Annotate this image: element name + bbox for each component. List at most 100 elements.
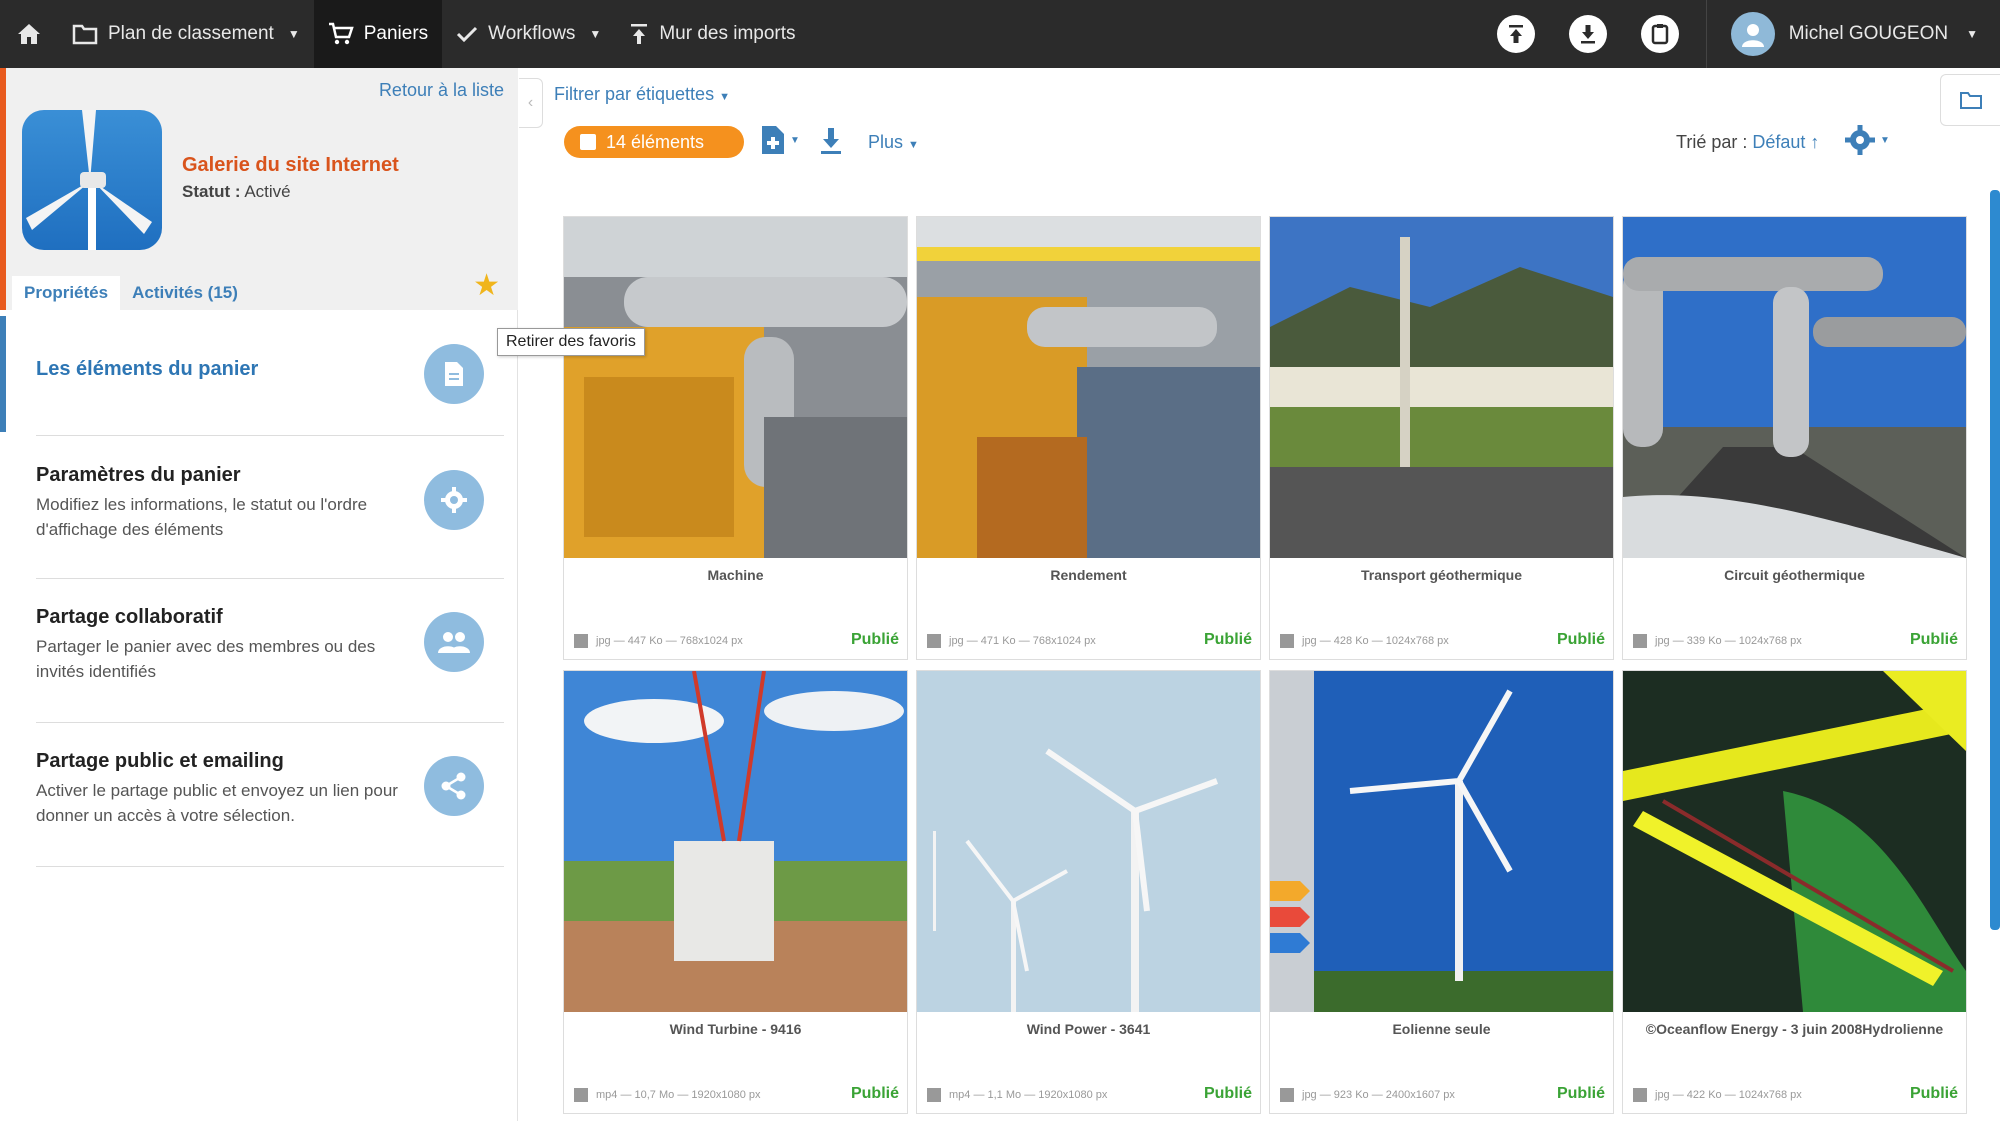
folder-panel-button[interactable]: [1940, 74, 2000, 126]
download-icon: [1580, 25, 1595, 44]
card-thumbnail: [1270, 671, 1613, 1012]
eolienne-photo: [1270, 671, 1613, 1012]
card-title: ©Oceanflow Energy - 3 juin 2008Hydrolien…: [1645, 1021, 1944, 1037]
scrollbar[interactable]: [1990, 190, 2000, 930]
media-card[interactable]: Wind Power - 3641 mp4 — 1,1 Mo — 1920x10…: [916, 670, 1261, 1114]
card-meta-text: jpg — 923 Ko — 2400x1607 px: [1302, 1089, 1455, 1101]
chevron-down-icon: ▼: [589, 27, 602, 41]
media-card[interactable]: Machine jpg — 447 Ko — 768x1024 px Publi…: [563, 216, 908, 660]
menu-collaborative-share[interactable]: Partage collaboratif Partager le panier …: [0, 580, 518, 720]
media-card[interactable]: ©Oceanflow Energy - 3 juin 2008Hydrolien…: [1622, 670, 1967, 1114]
tab-activities[interactable]: Activités (15): [120, 276, 250, 310]
nav-plan-classement-label: Plan de classement: [108, 23, 274, 44]
card-title: Wind Turbine - 9416: [669, 1021, 802, 1037]
back-to-list-link[interactable]: Retour à la liste: [379, 80, 504, 101]
menu-public-share[interactable]: Partage public et emailing Activer le pa…: [0, 724, 518, 864]
basket-header: Retour à la liste Galerie du site Intern…: [0, 68, 518, 310]
user-menu[interactable]: Michel GOUGEON ▼: [1717, 12, 2000, 56]
sort-control[interactable]: Trié par : Défaut ↑: [1676, 132, 1819, 153]
menu-separator: [36, 435, 504, 436]
users-icon: [424, 612, 484, 672]
wind-turbine-image: [26, 110, 152, 250]
circuit-photo: [1623, 217, 1966, 558]
status-badge: Publié: [1203, 1085, 1252, 1102]
avatar: [1730, 12, 1775, 56]
menu-title: Les éléments du panier: [36, 358, 259, 380]
menu-basket-settings[interactable]: Paramètres du panier Modifiez les inform…: [0, 438, 518, 578]
chevron-down-icon: ▼: [719, 91, 730, 103]
nav-mur-imports[interactable]: Mur des imports: [615, 0, 809, 68]
menu-title: Paramètres du panier: [36, 464, 241, 486]
folder-icon: [1959, 92, 1982, 109]
card-thumbnail: [564, 671, 907, 1012]
favorite-star-icon[interactable]: ★: [473, 268, 500, 303]
card-thumbnail: [1623, 217, 1966, 558]
nav-workflows-label: Workflows: [488, 23, 576, 44]
gear-icon: [424, 470, 484, 530]
status-value: Activé: [244, 182, 291, 201]
nav-workflows[interactable]: Workflows ▼: [442, 0, 615, 68]
card-meta-text: jpg — 447 Ko — 768x1024 px: [596, 635, 743, 647]
header-accent: [0, 68, 6, 310]
card-title: Wind Power - 3641: [1026, 1021, 1151, 1037]
card-meta: jpg — 471 Ko — 768x1024 px: [927, 634, 1096, 648]
nav-separator: [1705, 0, 1707, 68]
menu-basket-items[interactable]: Les éléments du panier: [0, 316, 518, 432]
view-settings-button[interactable]: ▼: [1844, 124, 1890, 156]
transport-photo: [1270, 217, 1613, 558]
menu-separator: [36, 722, 504, 723]
wind-turbine-construction-photo: [564, 671, 907, 1012]
card-thumbnail: [1270, 217, 1613, 558]
home-button[interactable]: [0, 0, 58, 68]
media-card[interactable]: Circuit géothermique jpg — 339 Ko — 1024…: [1622, 216, 1967, 660]
nav-mur-imports-label: Mur des imports: [659, 23, 796, 44]
card-title: Circuit géothermique: [1724, 567, 1865, 583]
image-icon: [1280, 634, 1294, 648]
download-all-button[interactable]: [818, 126, 844, 161]
status-badge: Publié: [1556, 1085, 1605, 1102]
card-thumbnail: [917, 217, 1260, 558]
rendement-photo: [917, 217, 1260, 558]
more-dropdown[interactable]: Plus ▼: [868, 132, 919, 153]
upload-icon: [631, 24, 648, 44]
share-icon: [424, 756, 484, 816]
check-icon: [457, 26, 478, 43]
element-count: 14 éléments: [606, 131, 705, 152]
tag-filter-dropdown[interactable]: Filtrer par étiquettes ▼: [554, 84, 730, 105]
download-button[interactable]: [1568, 15, 1607, 53]
card-title: Eolienne seule: [1392, 1021, 1491, 1037]
chevron-down-icon: ▼: [1966, 27, 1978, 41]
clipboard-button[interactable]: [1640, 15, 1679, 53]
gear-icon: [1845, 125, 1875, 155]
upload-button[interactable]: [1496, 15, 1535, 53]
menu-active-accent: [0, 316, 6, 432]
status-badge: Publié: [1909, 631, 1958, 648]
tab-properties[interactable]: Propriétés: [12, 276, 121, 310]
add-element-button[interactable]: ▼: [760, 124, 800, 156]
collapse-sidebar-button[interactable]: ‹: [519, 78, 543, 128]
card-meta: jpg — 339 Ko — 1024x768 px: [1633, 634, 1802, 648]
basket-sidebar: Retour à la liste Galerie du site Intern…: [0, 68, 518, 1121]
select-all-checkbox[interactable]: [580, 134, 596, 150]
card-meta-text: jpg — 422 Ko — 1024x768 px: [1655, 1089, 1802, 1101]
card-title: Machine: [707, 567, 764, 583]
card-thumbnail: [1623, 671, 1966, 1012]
card-meta-text: jpg — 339 Ko — 1024x768 px: [1655, 635, 1802, 647]
chevron-down-icon: ▼: [908, 139, 919, 151]
hydrolienne-photo: [1623, 671, 1966, 1012]
card-meta-text: mp4 — 10,7 Mo — 1920x1080 px: [596, 1089, 761, 1101]
document-icon: [424, 344, 484, 404]
machine-photo: [564, 217, 907, 558]
status-badge: Publié: [1909, 1085, 1958, 1102]
download-icon: [821, 128, 841, 154]
media-card[interactable]: Transport géothermique jpg — 428 Ko — 10…: [1269, 216, 1614, 660]
chevron-down-icon: ▼: [1880, 134, 1890, 146]
menu-description: Modifiez les informations, le statut ou …: [36, 495, 368, 539]
select-all-button[interactable]: 14 éléments: [564, 126, 744, 158]
media-card[interactable]: Wind Turbine - 9416 mp4 — 10,7 Mo — 1920…: [563, 670, 908, 1114]
image-icon: [1633, 1088, 1647, 1102]
nav-plan-classement[interactable]: Plan de classement ▼: [58, 0, 314, 68]
media-card[interactable]: Rendement jpg — 471 Ko — 768x1024 px Pub…: [916, 216, 1261, 660]
media-card[interactable]: Eolienne seule jpg — 923 Ko — 2400x1607 …: [1269, 670, 1614, 1114]
nav-paniers[interactable]: Paniers: [313, 0, 443, 68]
